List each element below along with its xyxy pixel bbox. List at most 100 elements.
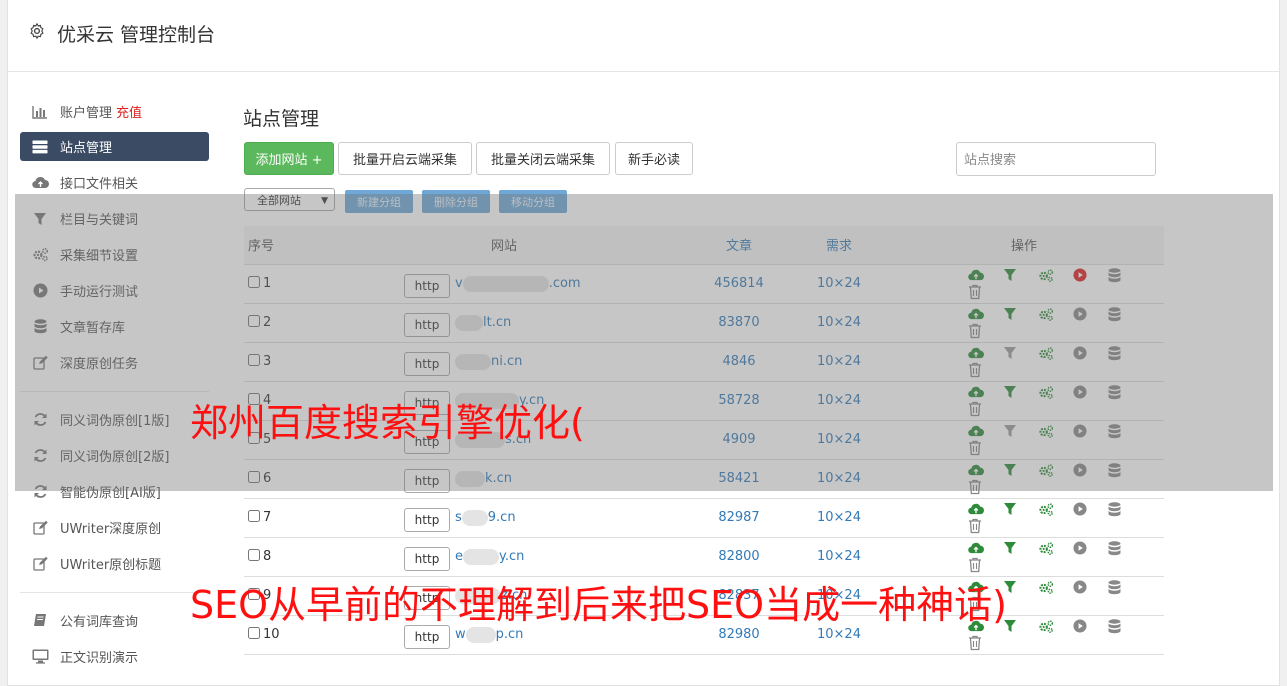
- add-site-button[interactable]: 添加网站 +: [244, 142, 334, 175]
- filter-icon[interactable]: [1003, 424, 1019, 440]
- site-url-link[interactable]: s 9.cn: [455, 509, 516, 526]
- recharge-link[interactable]: 充值: [116, 102, 142, 121]
- trash-icon[interactable]: [968, 323, 984, 339]
- site-url-link[interactable]: lt.cn: [455, 314, 511, 331]
- sidebar-item-11[interactable]: 智能伪原创[AI版]: [20, 477, 209, 506]
- cogs-icon[interactable]: [1038, 502, 1054, 518]
- database-icon[interactable]: [1108, 540, 1124, 557]
- sidebar-item-8[interactable]: 深度原创任务: [20, 348, 209, 377]
- site-search-input[interactable]: [956, 142, 1156, 176]
- row-checkbox[interactable]: [248, 549, 260, 561]
- batch-close-cloud-button[interactable]: 批量关闭云端采集: [476, 142, 610, 175]
- protocol-button[interactable]: http: [404, 273, 450, 298]
- trash-icon[interactable]: [968, 284, 984, 300]
- play-circle-icon[interactable]: [1073, 267, 1089, 284]
- cogs-icon[interactable]: [1038, 619, 1054, 635]
- cloud-upload-icon[interactable]: [968, 268, 984, 284]
- database-icon[interactable]: [1108, 423, 1124, 440]
- database-icon[interactable]: [1108, 345, 1124, 362]
- guide-button[interactable]: 新手必读: [615, 142, 693, 175]
- row-checkbox[interactable]: [248, 315, 260, 327]
- play-circle-icon[interactable]: [1073, 540, 1089, 557]
- play-circle-icon[interactable]: [1073, 462, 1089, 479]
- sidebar-item-7[interactable]: 文章暂存库: [20, 312, 209, 341]
- filter-icon[interactable]: [1003, 268, 1019, 284]
- sidebar-item-5[interactable]: 采集细节设置: [20, 240, 209, 269]
- group-select[interactable]: 全部网站 ▼: [244, 188, 335, 211]
- article-count[interactable]: 456814: [684, 264, 794, 304]
- demand-value[interactable]: 10×24: [794, 498, 884, 538]
- play-circle-icon[interactable]: [1073, 384, 1089, 401]
- trash-icon[interactable]: [968, 479, 984, 495]
- sidebar-item-1[interactable]: 账户管理 充值: [20, 97, 209, 126]
- database-icon[interactable]: [1108, 267, 1124, 284]
- row-checkbox[interactable]: [248, 276, 260, 288]
- site-url-link[interactable]: w p.cn: [455, 626, 523, 643]
- trash-icon[interactable]: [968, 362, 984, 378]
- site-url-link[interactable]: ni.cn: [455, 353, 522, 370]
- cogs-icon[interactable]: [1038, 580, 1054, 596]
- cogs-icon[interactable]: [1038, 385, 1054, 401]
- trash-icon[interactable]: [968, 440, 984, 456]
- demand-value[interactable]: 10×24: [794, 459, 884, 499]
- protocol-button[interactable]: http: [404, 312, 450, 337]
- play-circle-icon[interactable]: [1073, 501, 1089, 518]
- cogs-icon[interactable]: [1038, 268, 1054, 284]
- cloud-upload-icon[interactable]: [968, 424, 984, 440]
- demand-value[interactable]: 10×24: [794, 342, 884, 382]
- sidebar-item-12[interactable]: UWriter深度原创: [20, 513, 209, 542]
- cloud-upload-icon[interactable]: [968, 307, 984, 323]
- cloud-upload-icon[interactable]: [968, 346, 984, 362]
- new-group-button[interactable]: 新建分组: [345, 190, 413, 213]
- sidebar-item-10[interactable]: 同义词伪原创[2版]: [20, 441, 209, 470]
- trash-icon[interactable]: [968, 401, 984, 417]
- protocol-button[interactable]: http: [404, 468, 450, 493]
- sidebar-item-6[interactable]: 手动运行测试: [20, 276, 209, 305]
- sidebar-item-3[interactable]: 接口文件相关: [20, 168, 209, 197]
- play-circle-icon[interactable]: [1073, 423, 1089, 440]
- demand-value[interactable]: 10×24: [794, 303, 884, 343]
- demand-value[interactable]: 10×24: [794, 381, 884, 421]
- move-group-button[interactable]: 移动分组: [499, 190, 567, 213]
- article-count[interactable]: 58421: [684, 459, 794, 499]
- cogs-icon[interactable]: [1038, 346, 1054, 362]
- cogs-icon[interactable]: [1038, 424, 1054, 440]
- cloud-upload-icon[interactable]: [968, 385, 984, 401]
- row-checkbox[interactable]: [248, 354, 260, 366]
- article-count[interactable]: 58728: [684, 381, 794, 421]
- cloud-upload-icon[interactable]: [968, 541, 984, 557]
- filter-icon[interactable]: [1003, 463, 1019, 479]
- row-checkbox[interactable]: [248, 471, 260, 483]
- database-icon[interactable]: [1108, 384, 1124, 401]
- row-checkbox[interactable]: [248, 510, 260, 522]
- cogs-icon[interactable]: [1038, 307, 1054, 323]
- trash-icon[interactable]: [968, 557, 984, 573]
- delete-group-button[interactable]: 删除分组: [422, 190, 490, 213]
- article-count[interactable]: 82987: [684, 498, 794, 538]
- database-icon[interactable]: [1108, 306, 1124, 323]
- database-icon[interactable]: [1108, 579, 1124, 596]
- article-count[interactable]: 4846: [684, 342, 794, 382]
- filter-icon[interactable]: [1003, 502, 1019, 518]
- filter-icon[interactable]: [1003, 541, 1019, 557]
- database-icon[interactable]: [1108, 501, 1124, 518]
- demand-value[interactable]: 10×24: [794, 420, 884, 460]
- cogs-icon[interactable]: [1038, 541, 1054, 557]
- play-circle-icon[interactable]: [1073, 306, 1089, 323]
- play-circle-icon[interactable]: [1073, 579, 1089, 596]
- protocol-button[interactable]: http: [404, 507, 450, 532]
- play-circle-icon[interactable]: [1073, 618, 1089, 635]
- sidebar-item-4[interactable]: 栏目与关键词: [20, 204, 209, 233]
- site-url-link[interactable]: e y.cn: [455, 548, 524, 565]
- article-count[interactable]: 4909: [684, 420, 794, 460]
- site-url-link[interactable]: k.cn: [455, 470, 512, 487]
- demand-value[interactable]: 10×24: [794, 537, 884, 577]
- article-count[interactable]: 83870: [684, 303, 794, 343]
- cloud-upload-icon[interactable]: [968, 502, 984, 518]
- sidebar-item-15[interactable]: 正文识别演示: [20, 642, 209, 671]
- filter-icon[interactable]: [1003, 346, 1019, 362]
- trash-icon[interactable]: [968, 635, 984, 651]
- site-url-link[interactable]: v .com: [455, 275, 581, 292]
- database-icon[interactable]: [1108, 462, 1124, 479]
- article-count[interactable]: 82800: [684, 537, 794, 577]
